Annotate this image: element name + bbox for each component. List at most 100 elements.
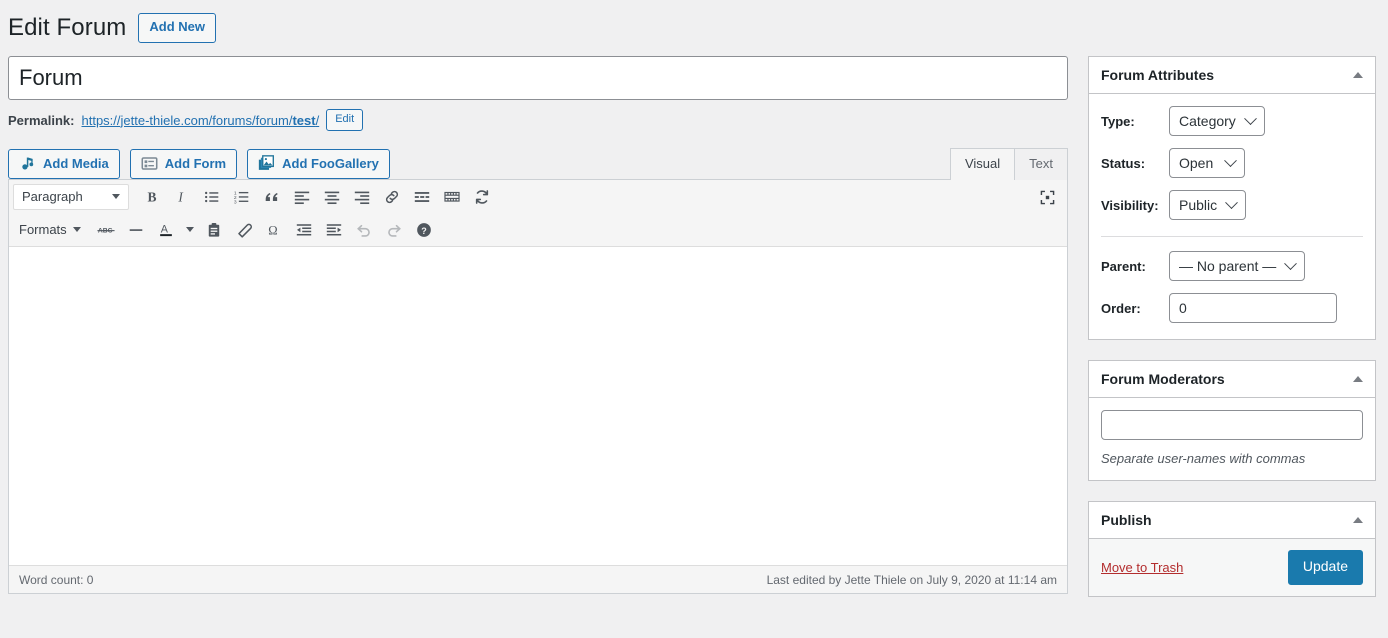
page-break-icon[interactable] [437, 183, 467, 210]
permalink-slug: test [292, 112, 316, 128]
status-label: Status: [1101, 155, 1146, 171]
order-input[interactable] [1169, 293, 1337, 323]
status-select[interactable]: Open [1169, 148, 1245, 178]
permalink-url-suffix: / [315, 112, 320, 128]
tab-text[interactable]: Text [1014, 148, 1068, 181]
special-character-icon[interactable]: Ω [259, 216, 289, 243]
post-title-input[interactable] [8, 56, 1068, 100]
media-buttons-bar: Add Media Add Form Add FooGallery Visual… [8, 147, 1068, 181]
paragraph-format-select[interactable]: Paragraph [13, 183, 129, 210]
align-right-icon[interactable] [347, 183, 377, 210]
numbered-list-icon[interactable]: 1 2 3 [227, 183, 257, 210]
parent-value: — No parent — [1179, 258, 1277, 274]
order-label: Order: [1101, 300, 1141, 316]
svg-text:B: B [148, 189, 157, 204]
read-more-icon[interactable] [407, 183, 437, 210]
chevron-down-icon [1224, 153, 1237, 167]
strikethrough-icon[interactable]: ABC [91, 216, 121, 243]
clear-formatting-icon[interactable] [229, 216, 259, 243]
svg-text:Ω: Ω [268, 223, 277, 237]
paragraph-format-value: Paragraph [22, 189, 83, 205]
attribute-row-status: Status: Open [1101, 148, 1363, 178]
move-to-trash-link[interactable]: Move to Trash [1101, 560, 1183, 575]
add-foogallery-label: Add FooGallery [282, 155, 379, 171]
parent-select[interactable]: — No parent — [1169, 251, 1306, 281]
redo-icon[interactable] [379, 216, 409, 243]
permalink-label: Permalink: [8, 112, 75, 128]
update-button[interactable]: Update [1287, 550, 1363, 585]
collapse-toggle-icon[interactable] [1353, 376, 1363, 382]
type-value: Category [1179, 113, 1236, 129]
align-center-icon[interactable] [317, 183, 347, 210]
add-media-button[interactable]: Add Media [8, 148, 120, 180]
wordpress-edit-forum-page: Edit Forum Add New Permalink: https://je… [0, 0, 1388, 638]
horizontal-rule-icon[interactable] [121, 216, 151, 243]
moderators-help-text: Separate user-names with commas [1101, 451, 1306, 466]
collapse-toggle-icon[interactable] [1353, 517, 1363, 523]
collapse-toggle-icon[interactable] [1353, 72, 1363, 78]
attributes-divider [1101, 236, 1363, 237]
media-icon [19, 155, 36, 172]
forum-moderators-panel: Forum Moderators Separate user-names wit… [1088, 360, 1376, 481]
status-value: Open [1179, 155, 1214, 171]
add-form-button[interactable]: Add Form [129, 148, 238, 180]
toolbar-toggle-icon[interactable] [467, 183, 497, 210]
parent-label: Parent: [1101, 258, 1146, 274]
add-foogallery-button[interactable]: Add FooGallery [247, 148, 390, 180]
add-media-label: Add Media [43, 155, 109, 171]
publish-actions: Move to Trash Update [1089, 539, 1375, 596]
forum-moderators-body: Separate user-names with commas [1089, 398, 1375, 480]
chevron-down-icon [1243, 111, 1257, 125]
forum-attributes-title: Forum Attributes [1101, 67, 1215, 83]
forum-attributes-body: Type: Category Status: Open Visibility: [1089, 94, 1375, 339]
publish-panel: Publish Move to Trash Update [1088, 501, 1376, 597]
forum-attributes-header: Forum Attributes [1089, 57, 1375, 94]
publish-header: Publish [1089, 502, 1375, 539]
type-label: Type: [1101, 113, 1135, 129]
editor-mode-tabs: Visual Text [949, 148, 1068, 181]
permalink-url[interactable]: https://jette-thiele.com/forums/forum/te… [81, 113, 319, 128]
italic-icon[interactable]: I [167, 183, 197, 210]
chevron-down-icon [112, 194, 120, 200]
type-select[interactable]: Category [1169, 106, 1265, 136]
indent-icon[interactable] [319, 216, 349, 243]
forum-moderators-header: Forum Moderators [1089, 361, 1375, 398]
forum-moderators-title: Forum Moderators [1101, 371, 1225, 387]
page-header: Edit Forum Add New [0, 0, 1388, 46]
permalink-row: Permalink: https://jette-thiele.com/foru… [8, 109, 1068, 132]
toolbar-row-1: Paragraph B I 1 2 3 [9, 180, 1067, 213]
text-color-icon[interactable]: A [151, 216, 181, 243]
moderators-input[interactable] [1101, 410, 1363, 440]
toolbar-row-2: Formats ABC A Ω ? [9, 213, 1067, 246]
undo-icon[interactable] [349, 216, 379, 243]
link-icon[interactable] [377, 183, 407, 210]
sidebar-column: Forum Attributes Type: Category Status: … [1088, 56, 1376, 617]
blockquote-icon[interactable] [257, 183, 287, 210]
formats-dropdown[interactable]: Formats [13, 217, 91, 243]
form-icon [141, 155, 158, 172]
permalink-edit-button[interactable]: Edit [326, 109, 364, 132]
publish-title: Publish [1101, 512, 1152, 528]
fullscreen-toggle-button[interactable] [1033, 184, 1061, 210]
chevron-down-icon [1225, 195, 1239, 209]
bulleted-list-icon[interactable] [197, 183, 227, 210]
svg-text:I: I [177, 189, 184, 204]
editor-container: Paragraph B I 1 2 3 Formats ABC A Ω ? Wo… [8, 179, 1068, 595]
tab-visual[interactable]: Visual [949, 148, 1016, 181]
add-new-button[interactable]: Add New [138, 13, 216, 43]
svg-text:?: ? [421, 226, 427, 236]
editor-toolbar: Paragraph B I 1 2 3 Formats ABC A Ω ? [9, 180, 1067, 248]
visibility-select[interactable]: Public [1169, 190, 1247, 220]
last-edited-info: Last edited by Jette Thiele on July 9, 2… [766, 572, 1057, 587]
editor-content-area[interactable] [9, 247, 1067, 566]
svg-text:A: A [160, 224, 168, 236]
align-left-icon[interactable] [287, 183, 317, 210]
paste-as-text-icon[interactable] [199, 216, 229, 243]
svg-text:ABC: ABC [98, 228, 113, 235]
text-color-dropdown-icon[interactable] [181, 216, 199, 243]
visibility-label: Visibility: [1101, 197, 1159, 213]
bold-icon[interactable]: B [137, 183, 167, 210]
help-icon[interactable]: ? [409, 216, 439, 243]
outdent-icon[interactable] [289, 216, 319, 243]
chevron-down-icon [1284, 256, 1298, 270]
